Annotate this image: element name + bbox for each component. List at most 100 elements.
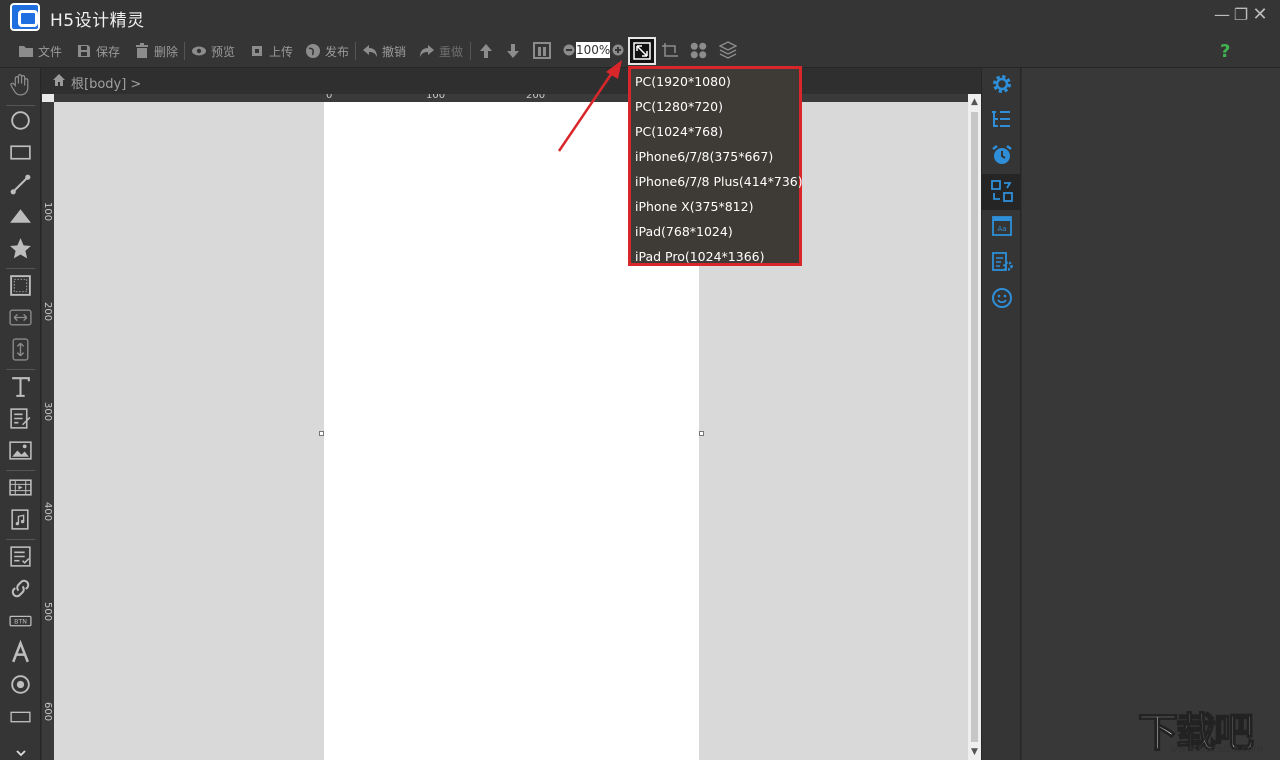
ruler-tick-label: 200 bbox=[42, 302, 53, 322]
ruler-tick-label: 100 bbox=[426, 94, 446, 101]
restore-icon[interactable]: ❐ bbox=[1232, 6, 1250, 24]
preview-button[interactable]: 预览 bbox=[191, 42, 235, 60]
home-icon[interactable] bbox=[52, 73, 66, 87]
circle-tool-icon[interactable] bbox=[8, 108, 33, 133]
undo-icon bbox=[363, 45, 377, 57]
arrow-up-icon[interactable] bbox=[478, 43, 494, 59]
alarm-clock-icon[interactable] bbox=[990, 143, 1014, 167]
rectangle-tool-icon[interactable] bbox=[8, 140, 33, 165]
video-tool-icon[interactable] bbox=[8, 475, 33, 500]
toolbox-divider bbox=[6, 539, 35, 540]
vertical-layout-icon[interactable] bbox=[8, 337, 33, 362]
menu-item-pc-1920[interactable]: PC(1920*1080) bbox=[631, 69, 799, 94]
input-tool-icon[interactable] bbox=[8, 704, 33, 729]
toolbox-divider bbox=[6, 268, 35, 269]
element-toolbox: BTN bbox=[0, 68, 41, 760]
horizontal-layout-icon[interactable] bbox=[8, 305, 33, 330]
ruler-tick-label: 100 bbox=[42, 202, 53, 222]
scroll-down-icon[interactable]: ▼ bbox=[968, 746, 981, 758]
toolbox-divider bbox=[6, 470, 35, 471]
triangle-tool-icon[interactable] bbox=[8, 204, 33, 229]
menu-item-iphone-678-plus[interactable]: iPhone6/7/8 Plus(414*736) bbox=[631, 169, 803, 194]
save-button[interactable]: 保存 bbox=[76, 42, 120, 60]
close-icon[interactable]: ✕ bbox=[1251, 6, 1269, 24]
scrollbar-thumb[interactable] bbox=[971, 112, 978, 742]
zoom-in-icon[interactable] bbox=[612, 44, 624, 56]
arrow-down-icon[interactable] bbox=[505, 43, 521, 59]
button-tool-icon[interactable]: BTN bbox=[8, 608, 33, 633]
minimize-icon[interactable]: — bbox=[1213, 6, 1231, 24]
menu-item-iphone-x[interactable]: iPhone X(375*812) bbox=[631, 194, 799, 219]
toolbar-divider bbox=[470, 42, 471, 60]
save-icon bbox=[78, 45, 90, 57]
ruler-tick-label: 200 bbox=[526, 94, 546, 101]
publish-button[interactable]: 发布 bbox=[305, 42, 349, 60]
toolbox-divider bbox=[6, 369, 35, 370]
ruler-tick-label: 300 bbox=[42, 402, 53, 422]
zoom-out-icon[interactable] bbox=[563, 44, 575, 56]
page-style-icon[interactable]: Aa bbox=[990, 214, 1014, 238]
audio-tool-icon[interactable] bbox=[8, 507, 33, 532]
menu-item-ipad[interactable]: iPad(768*1024) bbox=[631, 219, 799, 244]
page-settings-icon[interactable] bbox=[990, 250, 1014, 274]
form-tool-icon[interactable] bbox=[8, 544, 33, 569]
container-tool-icon[interactable] bbox=[8, 273, 33, 298]
file-button[interactable]: 文件 bbox=[18, 42, 62, 60]
screen-size-button[interactable] bbox=[628, 37, 656, 65]
rich-text-tool-icon[interactable] bbox=[8, 406, 33, 431]
chevron-down-icon[interactable] bbox=[15, 748, 27, 758]
resolution-dropdown: PC(1920*1080) PC(1280*720) PC(1024*768) … bbox=[628, 66, 803, 269]
radio-tool-icon[interactable] bbox=[8, 672, 33, 697]
tree-list-icon[interactable] bbox=[990, 108, 1014, 132]
line-tool-icon[interactable] bbox=[8, 172, 33, 197]
hand-tool-icon[interactable] bbox=[8, 72, 33, 97]
watermark-url: www.xiazaiba.com bbox=[1170, 744, 1264, 755]
property-sidebar: Aa bbox=[981, 68, 1021, 760]
toolbar-divider bbox=[184, 42, 185, 60]
help-button[interactable]: ? bbox=[1220, 41, 1230, 62]
svg-text:Aa: Aa bbox=[997, 225, 1006, 233]
text-tool-icon[interactable] bbox=[8, 374, 33, 399]
upload-label: 上传 bbox=[269, 44, 294, 59]
canvas-scrollbar[interactable]: ▲ ▼ bbox=[968, 94, 981, 760]
link-tool-icon[interactable] bbox=[8, 576, 33, 601]
upload-icon bbox=[252, 46, 262, 56]
layout-icon[interactable] bbox=[533, 42, 553, 60]
settings-icon[interactable] bbox=[990, 72, 1014, 96]
font-tool-icon[interactable] bbox=[8, 640, 33, 665]
menu-item-pc-1024[interactable]: PC(1024*768) bbox=[631, 119, 799, 144]
trash-icon bbox=[136, 43, 148, 58]
breadcrumb-path[interactable]: 根[body] > bbox=[71, 73, 141, 92]
globe-icon bbox=[306, 44, 320, 58]
property-panel bbox=[1022, 68, 1280, 760]
redo-button[interactable]: 重做 bbox=[419, 42, 463, 60]
resize-handle-right[interactable] bbox=[699, 431, 704, 436]
svg-text:BTN: BTN bbox=[14, 619, 27, 626]
menu-item-pc-1280[interactable]: PC(1280*720) bbox=[631, 94, 799, 119]
delete-button[interactable]: 删除 bbox=[134, 42, 178, 60]
menu-item-ipad-pro[interactable]: iPad Pro(1024*1366) bbox=[631, 244, 799, 269]
emoji-icon[interactable] bbox=[990, 286, 1014, 310]
ruler-corner bbox=[42, 94, 54, 102]
undo-label: 撤销 bbox=[382, 44, 407, 59]
components-icon[interactable] bbox=[690, 42, 707, 59]
undo-button[interactable]: 撤销 bbox=[362, 42, 406, 60]
crop-icon[interactable] bbox=[661, 42, 679, 60]
resize-handle-left[interactable] bbox=[319, 431, 324, 436]
menu-item-iphone-678[interactable]: iPhone6/7/8(375*667) bbox=[631, 144, 799, 169]
title-bar: H5设计精灵 — ❐ ✕ bbox=[0, 0, 1280, 34]
image-tool-icon[interactable] bbox=[8, 438, 33, 463]
vertical-ruler: 100 200 300 400 500 600 bbox=[42, 102, 54, 760]
layers-icon[interactable] bbox=[719, 41, 737, 59]
zoom-input[interactable]: 100% bbox=[576, 42, 610, 58]
transform-icon[interactable] bbox=[990, 179, 1014, 203]
scroll-up-icon[interactable]: ▲ bbox=[968, 96, 981, 108]
ruler-tick-label: 500 bbox=[42, 602, 53, 622]
publish-label: 发布 bbox=[325, 44, 350, 59]
star-tool-icon[interactable] bbox=[8, 236, 33, 261]
upload-button[interactable]: 上传 bbox=[249, 42, 293, 60]
app-title: H5设计精灵 bbox=[50, 11, 145, 31]
design-canvas[interactable] bbox=[54, 102, 968, 760]
toolbox-divider bbox=[6, 105, 35, 106]
toolbar-divider bbox=[355, 42, 356, 60]
